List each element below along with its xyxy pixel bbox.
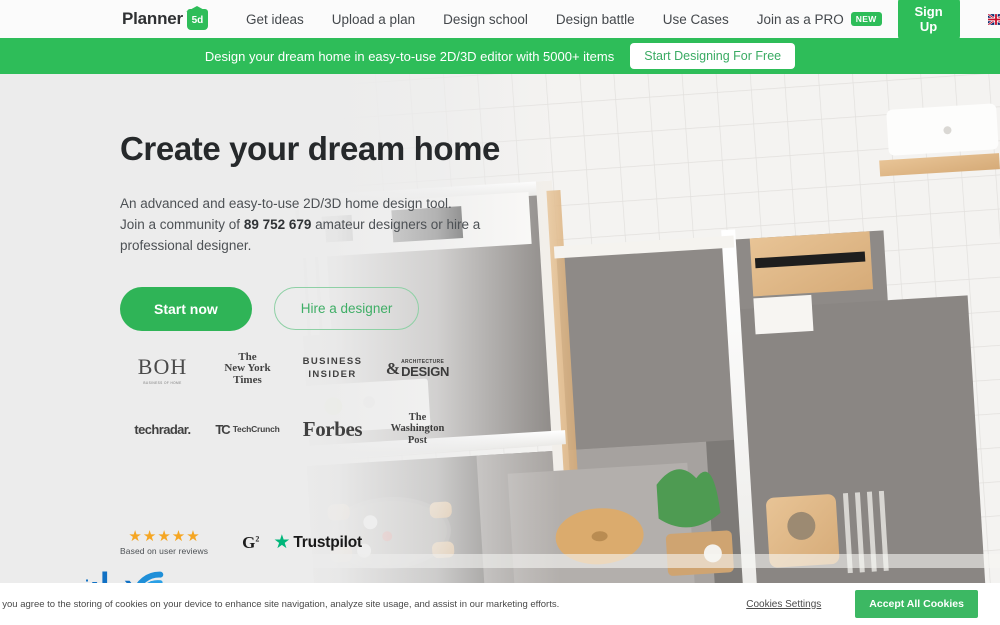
techradar-logo-text: techradar. [134, 421, 191, 437]
trustpilot-label: Trustpilot [293, 533, 362, 551]
cookies-settings-link[interactable]: Cookies Settings [746, 599, 821, 610]
hero-subtitle-line2: Join a community of 89 752 679 amateur d… [120, 215, 540, 236]
ampersand-icon: & [385, 359, 401, 378]
press-logos-row-1: BOH BUSINESS OF HOME The New York Times … [120, 339, 460, 399]
page-root: Planner 5d Get ideas Upload a plan Desig… [0, 0, 1000, 625]
start-designing-free-button[interactable]: Start Designing For Free [630, 43, 796, 69]
nav-links: Get ideas Upload a plan Design school De… [232, 12, 882, 27]
promo-banner: Design your dream home in easy-to-use 2D… [0, 38, 1000, 74]
wp-line1: The [408, 412, 427, 424]
press-logos-row-2: techradar. TC TechCrunch Forbes The Wash… [120, 399, 460, 459]
hero-subtitle-line2-pre: Join a community of [120, 216, 244, 232]
press-logos: BOH BUSINESS OF HOME The New York Times … [120, 339, 460, 459]
hero-buttons: Start now Hire a designer [120, 286, 540, 331]
nav-new-badge: NEW [850, 12, 882, 26]
planner5d-house-icon: 5d [186, 8, 208, 30]
nav-item-get-ideas[interactable]: Get ideas [232, 12, 318, 27]
star-icon: ★ [128, 528, 142, 545]
boh-logo-text: BOH [137, 353, 188, 379]
accept-all-cookies-button[interactable]: Accept All Cookies [855, 590, 978, 618]
hero-subtitle-line2-post: amateur designers or hire a [311, 216, 481, 232]
press-logo-new-york-times: The New York Times [205, 351, 290, 386]
press-logo-forbes: Forbes [290, 417, 375, 442]
star-icon: ★ [157, 528, 171, 545]
nav-item-join-as-a-pro[interactable]: Join as a PRO [743, 12, 858, 27]
hire-a-designer-button[interactable]: Hire a designer [273, 287, 420, 331]
star-icon: ★ [171, 528, 186, 545]
cookie-consent-bar: , you agree to the storing of cookies on… [0, 583, 1000, 625]
uk-flag-icon [987, 13, 1000, 25]
star-icon: ★ [142, 528, 157, 545]
brand-name: Planner [122, 9, 183, 28]
press-logo-techradar: techradar. [120, 422, 205, 437]
nav-item-design-school[interactable]: Design school [429, 12, 542, 27]
techcrunch-logo-text: TechCrunch [232, 424, 280, 434]
language-selector[interactable] [987, 13, 1000, 25]
sign-up-button[interactable]: Sign Up [897, 0, 960, 41]
page-title: Create your dream home [120, 130, 500, 167]
hero-section: Create your dream home An advanced and e… [0, 74, 1000, 625]
press-logo-techcrunch: TC TechCrunch [205, 422, 290, 437]
cookie-consent-text: , you agree to the storing of cookies on… [0, 598, 560, 610]
cookie-actions: Cookies Settings Accept All Cookies [746, 590, 978, 618]
g2-logo[interactable]: G2 [242, 533, 259, 553]
nyt-line2: New York [224, 362, 271, 375]
ad-line-bottom: DESIGN [401, 364, 450, 379]
trustpilot-logo[interactable]: ★ Trustpilot [273, 533, 362, 552]
promo-banner-text: Design your dream home in easy-to-use 2D… [204, 48, 615, 64]
nav-item-use-cases[interactable]: Use Cases [649, 12, 743, 27]
wp-line3: Post [407, 434, 428, 446]
nav-item-design-battle[interactable]: Design battle [542, 12, 649, 27]
boh-logo-sub: BUSINESS OF HOME [143, 380, 182, 385]
press-logo-boh: BOH BUSINESS OF HOME [120, 354, 205, 385]
community-count: 89 752 679 [243, 216, 312, 232]
brand-logo[interactable]: Planner 5d [122, 8, 208, 30]
star-icon: ★ [186, 528, 200, 545]
hero-subtitle-line3: professional designer. [120, 237, 252, 253]
press-logo-business-insider: BUSINESS INSIDER [290, 356, 375, 382]
hero-content: Create your dream home An advanced and e… [120, 130, 540, 331]
nyt-line3: Times [233, 373, 262, 386]
top-navbar: Planner 5d Get ideas Upload a plan Desig… [0, 0, 1000, 41]
reviews-row: ★ ★ ★ ★ ★ Based on user reviews G2 ★ Tru… [120, 529, 362, 556]
press-logo-architecture-and-design: & ARCHITECTURE DESIGN [375, 359, 460, 379]
hero-subtitle-line1: An advanced and easy-to-use 2D/3D home d… [120, 196, 452, 211]
nav-item-upload-a-plan[interactable]: Upload a plan [318, 12, 429, 27]
techcrunch-mark-icon: TC [215, 421, 230, 437]
star-rating-badge: ★ ★ ★ ★ ★ Based on user reviews [120, 529, 208, 556]
g2-superscript: 2 [255, 533, 260, 543]
forbes-logo-text: Forbes [302, 416, 363, 441]
bi-line2: INSIDER [308, 369, 357, 380]
stars-group: ★ ★ ★ ★ ★ [128, 529, 199, 544]
hero-subtitle: An advanced and easy-to-use 2D/3D home d… [120, 194, 540, 257]
wp-line2: Washington [390, 423, 445, 435]
start-now-button[interactable]: Start now [120, 286, 252, 331]
press-logo-washington-post: The Washington Post [375, 412, 460, 445]
trustpilot-star-icon: ★ [273, 532, 291, 553]
brand-badge-text: 5d [191, 15, 204, 26]
reviews-caption: Based on user reviews [120, 546, 209, 556]
bi-line1: BUSINESS [302, 356, 363, 368]
